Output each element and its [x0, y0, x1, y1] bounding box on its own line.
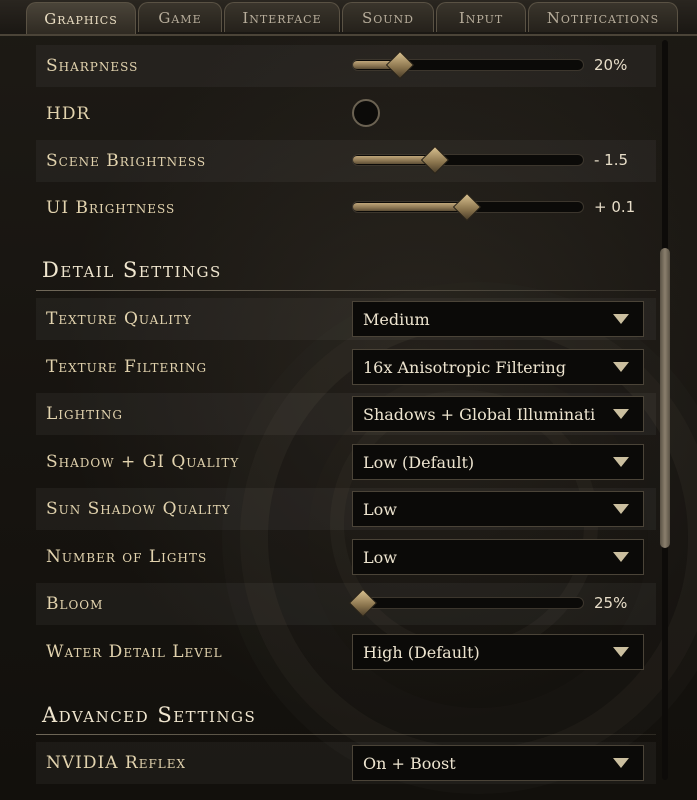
setting-row-sharpness: Sharpness 20%	[36, 45, 656, 87]
dropdown-value: Low	[363, 499, 397, 519]
nvidia-reflex-dropdown[interactable]: On + Boost	[352, 745, 644, 781]
chevron-down-icon	[613, 409, 629, 419]
setting-label: Sun Shadow Quality	[46, 499, 231, 519]
setting-label: Lighting	[46, 404, 123, 424]
scene-brightness-slider[interactable]	[352, 145, 584, 175]
tab-interface[interactable]: Interface	[224, 2, 340, 32]
chevron-down-icon	[613, 362, 629, 372]
slider-handle[interactable]	[385, 50, 415, 80]
setting-label: Number of Lights	[46, 547, 208, 567]
ui-brightness-slider[interactable]	[352, 192, 584, 222]
texture-quality-dropdown[interactable]: Medium	[352, 301, 644, 337]
slider-handle[interactable]	[452, 192, 481, 222]
sun-shadow-quality-dropdown[interactable]: Low	[352, 491, 644, 527]
slider-fill	[353, 203, 466, 211]
dropdown-value: Low	[363, 547, 397, 567]
setting-row-lighting: Lighting Shadows + Global Illuminati	[36, 393, 656, 435]
dropdown-value: Shadows + Global Illuminati	[363, 404, 596, 424]
setting-row-nvidia-reflex: NVIDIA Reflex On + Boost	[36, 742, 656, 784]
water-detail-level-dropdown[interactable]: High (Default)	[352, 634, 644, 670]
slider-handle[interactable]	[349, 588, 378, 618]
setting-label: NVIDIA Reflex	[46, 753, 187, 773]
chevron-down-icon	[613, 647, 629, 657]
bloom-slider[interactable]	[349, 588, 584, 618]
section-divider	[36, 734, 656, 735]
chevron-down-icon	[613, 457, 629, 467]
scrollbar-thumb[interactable]	[660, 248, 670, 548]
number-of-lights-dropdown[interactable]: Low	[352, 539, 644, 575]
hdr-toggle[interactable]	[352, 99, 380, 127]
slider-value: 20%	[594, 56, 628, 74]
texture-filtering-dropdown[interactable]: 16x Anisotropic Filtering	[352, 349, 644, 385]
setting-row-shadow-gi-quality: Shadow + GI Quality Low (Default)	[36, 441, 656, 483]
chevron-down-icon	[613, 552, 629, 562]
tab-input[interactable]: Input	[436, 2, 526, 32]
setting-row-ui-brightness: UI Brightness + 0.1	[36, 187, 656, 229]
slider-value: - 1.5	[594, 151, 629, 169]
slider-handle[interactable]	[420, 145, 449, 175]
tab-notifications[interactable]: Notifications	[528, 2, 678, 32]
setting-row-scene-brightness: Scene Brightness - 1.5	[36, 140, 656, 182]
section-title-detail-settings: Detail Settings	[42, 258, 222, 282]
setting-label: Texture Filtering	[46, 357, 208, 377]
chevron-down-icon	[613, 504, 629, 514]
shadow-gi-quality-dropdown[interactable]: Low (Default)	[352, 444, 644, 480]
section-divider	[36, 290, 656, 291]
setting-label: Scene Brightness	[46, 151, 207, 171]
setting-label: Shadow + GI Quality	[46, 452, 240, 472]
slider-value: 25%	[594, 594, 628, 612]
setting-row-texture-filtering: Texture Filtering 16x Anisotropic Filter…	[36, 346, 656, 388]
tab-graphics[interactable]: Graphics	[26, 2, 136, 34]
setting-row-water-detail-level: Water Detail Level High (Default)	[36, 631, 656, 673]
setting-row-number-of-lights: Number of Lights Low	[36, 536, 656, 578]
section-title-advanced-settings: Advanced Settings	[42, 703, 257, 727]
tab-sound[interactable]: Sound	[342, 2, 434, 32]
setting-label: HDR	[46, 104, 91, 124]
setting-label: Bloom	[46, 594, 104, 614]
dropdown-value: On + Boost	[363, 753, 456, 773]
slider-value: + 0.1	[594, 198, 636, 216]
dropdown-value: Low (Default)	[363, 452, 475, 472]
lighting-dropdown[interactable]: Shadows + Global Illuminati	[352, 396, 644, 432]
setting-row-sun-shadow-quality: Sun Shadow Quality Low	[36, 488, 656, 530]
setting-row-hdr: HDR	[36, 93, 656, 135]
dropdown-value: 16x Anisotropic Filtering	[363, 357, 566, 377]
chevron-down-icon	[613, 314, 629, 324]
setting-label: UI Brightness	[46, 198, 176, 218]
setting-label: Water Detail Level	[46, 642, 223, 662]
sharpness-slider[interactable]	[352, 50, 584, 80]
tab-game[interactable]: Game	[138, 2, 222, 32]
settings-window: Graphics Game Interface Sound Input Noti…	[0, 0, 697, 800]
setting-label: Texture Quality	[46, 309, 192, 329]
chevron-down-icon	[613, 758, 629, 768]
setting-row-texture-quality: Texture Quality Medium	[36, 298, 656, 340]
setting-row-bloom: Bloom 25%	[36, 583, 656, 625]
setting-label: Sharpness	[46, 56, 139, 76]
dropdown-value: High (Default)	[363, 642, 480, 662]
tab-bar: Graphics Game Interface Sound Input Noti…	[0, 0, 697, 36]
dropdown-value: Medium	[363, 309, 430, 329]
